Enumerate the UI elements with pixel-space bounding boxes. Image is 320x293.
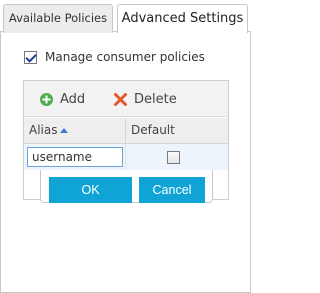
delete-button[interactable]: Delete — [113, 90, 177, 108]
default-checkbox[interactable] — [167, 151, 180, 164]
delete-icon — [114, 92, 127, 106]
delete-label: Delete — [134, 91, 177, 107]
grid-toolbar: Add Delete — [24, 81, 228, 117]
column-divider — [125, 118, 126, 144]
manage-consumer-policies-checkbox[interactable] — [24, 50, 37, 64]
advanced-settings-window: Available Policies Advanced Settings Man… — [0, 0, 251, 293]
cell-divider — [125, 144, 126, 170]
sort-ascending-icon — [60, 128, 69, 133]
manage-consumer-policies-row[interactable]: Manage consumer policies — [24, 49, 205, 65]
tab-strip: Available Policies Advanced Settings — [0, 0, 251, 33]
ok-button[interactable]: OK — [49, 177, 132, 203]
cancel-button[interactable]: Cancel — [139, 177, 205, 203]
tab-advanced-settings[interactable]: Advanced Settings — [117, 4, 248, 33]
add-label: Add — [60, 91, 86, 107]
alias-input[interactable] — [27, 147, 123, 167]
column-header-default[interactable]: Default — [131, 118, 175, 144]
table-row — [24, 144, 228, 170]
grid-header: Alias Default — [24, 118, 228, 144]
tab-available-policies[interactable]: Available Policies — [3, 4, 113, 33]
manage-consumer-policies-label: Manage consumer policies — [45, 50, 205, 64]
add-icon — [40, 92, 53, 106]
column-header-alias[interactable]: Alias — [29, 118, 69, 144]
column-header-alias-label: Alias — [29, 123, 58, 137]
add-button[interactable]: Add — [39, 90, 85, 108]
column-header-default-label: Default — [131, 123, 175, 137]
